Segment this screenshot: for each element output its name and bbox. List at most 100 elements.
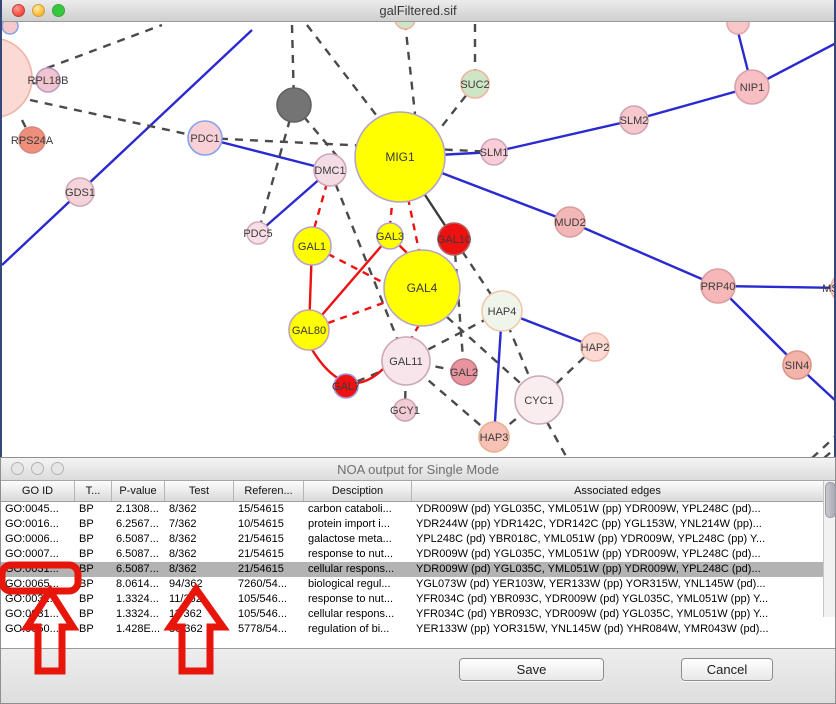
table-cell: 8/362 bbox=[165, 562, 234, 577]
network-edge[interactable] bbox=[328, 302, 386, 323]
table-row[interactable]: GO:0031...BP6.5087...8/36221/54615cellul… bbox=[1, 562, 835, 577]
network-window-titlebar[interactable]: galFiltered.sif bbox=[2, 0, 834, 22]
node-label-HAP2: HAP2 bbox=[581, 342, 610, 354]
partial-top-right-node[interactable] bbox=[727, 22, 749, 34]
network-edge[interactable] bbox=[328, 254, 386, 284]
network-edge[interactable] bbox=[405, 22, 415, 114]
table-cell: regulation of bi... bbox=[304, 622, 412, 637]
node-label-GAL1: GAL1 bbox=[298, 241, 326, 253]
table-cell: 6.5087... bbox=[112, 562, 165, 577]
network-edge[interactable] bbox=[494, 120, 634, 152]
table-cell: BP bbox=[75, 532, 112, 547]
column-header-t-[interactable]: T... bbox=[75, 481, 112, 501]
table-cell: carbon cataboli... bbox=[304, 502, 412, 517]
table-cell: BP bbox=[75, 517, 112, 532]
table-row[interactable]: GO:0016...BP6.2567...7/36210/54615protei… bbox=[1, 517, 835, 532]
network-edge[interactable] bbox=[411, 325, 419, 339]
table-row[interactable]: GO:0006...BP6.5087...8/36221/54615galact… bbox=[1, 532, 835, 547]
node-label-RPS24A: RPS24A bbox=[11, 135, 54, 147]
table-cell: 21/54615 bbox=[234, 547, 304, 562]
network-edge[interactable] bbox=[30, 100, 205, 138]
table-row[interactable]: GO:0050...BP1.428E...80/3625778/54...reg… bbox=[1, 622, 835, 637]
table-cell: GO:0016... bbox=[1, 517, 75, 532]
node-label-PDC5: PDC5 bbox=[243, 228, 272, 240]
save-button[interactable]: Save bbox=[459, 658, 604, 681]
table-cell: 7/362 bbox=[165, 517, 234, 532]
vertical-scrollbar[interactable] bbox=[823, 481, 835, 617]
noa-window-titlebar[interactable]: NOA output for Single Mode bbox=[1, 458, 835, 481]
table-cell: biological regul... bbox=[304, 577, 412, 592]
table-cell: YFR034C (pd) YBR093C, YDR009W (pd) YGL03… bbox=[412, 607, 824, 622]
table-cell: 6.5087... bbox=[112, 547, 165, 562]
table-cell: YGL073W (pd) YER103W, YER133W (pp) YOR31… bbox=[412, 577, 824, 592]
table-cell: 5778/54... bbox=[234, 622, 304, 637]
table-cell: 1.3324... bbox=[112, 592, 165, 607]
table-cell: BP bbox=[75, 592, 112, 607]
table-row[interactable]: GO:0065...BP8.0614...94/3627260/54...bio… bbox=[1, 577, 835, 592]
table-row[interactable]: GO:0031...BP1.3324...11/362105/546...cel… bbox=[1, 607, 835, 622]
table-cell: BP bbox=[75, 502, 112, 517]
table-cell: YFR034C (pd) YBR093C, YDR009W (pd) YGL03… bbox=[412, 592, 824, 607]
node-label-SLM1: SLM1 bbox=[480, 147, 509, 159]
table-cell: 8/362 bbox=[165, 547, 234, 562]
table-cell: 1.428E... bbox=[112, 622, 165, 637]
table-cell: YDR009W (pd) YGL035C, YML051W (pp) YDR00… bbox=[412, 562, 824, 577]
table-cell: 94/362 bbox=[165, 577, 234, 592]
table-cell: protein import i... bbox=[304, 517, 412, 532]
network-edge[interactable] bbox=[408, 198, 419, 251]
table-cell: YDR244W (pp) YDR142C, YDR142C (pp) YGL15… bbox=[412, 517, 824, 532]
node-label-GCY1: GCY1 bbox=[390, 405, 420, 417]
network-window: galFiltered.sif RPL18BRPS24AGDS1PDC1DMC1… bbox=[0, 0, 836, 457]
node-label-NIP1: NIP1 bbox=[740, 82, 764, 94]
network-canvas[interactable]: RPL18BRPS24AGDS1PDC1DMC1MIG1SUC2SLM1SLM2… bbox=[2, 22, 834, 457]
node-label-HAP4: HAP4 bbox=[488, 306, 517, 318]
table-cell: GO:0045... bbox=[1, 502, 75, 517]
partial-top-green-node[interactable] bbox=[395, 22, 415, 29]
table-header: GO IDT...P-valueTestReferen...Desciption… bbox=[1, 481, 835, 502]
network-edge[interactable] bbox=[547, 422, 567, 457]
network-edge[interactable] bbox=[824, 446, 834, 457]
column-header-go-id[interactable]: GO ID bbox=[1, 481, 75, 501]
table-row[interactable]: GO:0007...BP6.5087...8/36221/54615respon… bbox=[1, 547, 835, 562]
node-label-GAL10: GAL10 bbox=[437, 234, 471, 246]
table-row[interactable]: GO:0031...BP1.3324...11/362105/546...res… bbox=[1, 592, 835, 607]
table-cell: cellular respons... bbox=[304, 562, 412, 577]
network-edge[interactable] bbox=[314, 183, 327, 229]
node-label-GAL2: GAL2 bbox=[450, 367, 478, 379]
network-graph: RPL18BRPS24AGDS1PDC1DMC1MIG1SUC2SLM1SLM2… bbox=[2, 22, 834, 457]
node-label-GAL11: GAL11 bbox=[389, 356, 422, 368]
scrollbar-thumb[interactable] bbox=[825, 482, 836, 518]
table-cell: 7260/54... bbox=[234, 577, 304, 592]
node-label-SIN4: SIN4 bbox=[785, 360, 809, 372]
table-cell: 8.0614... bbox=[112, 577, 165, 592]
table-cell: YPL248C (pd) YBR018C, YML051W (pp) YDR00… bbox=[412, 532, 824, 547]
network-edge[interactable] bbox=[307, 25, 380, 120]
button-panel: Save Cancel bbox=[1, 648, 835, 703]
table-cell: 6.5087... bbox=[112, 532, 165, 547]
column-header-p-value[interactable]: P-value bbox=[112, 481, 165, 501]
table-row[interactable]: GO:0045...BP2.1308...8/36215/54615carbon… bbox=[1, 502, 835, 517]
column-header-referen-[interactable]: Referen... bbox=[234, 481, 304, 501]
column-header-associated-edges[interactable]: Associated edges bbox=[412, 481, 824, 501]
column-header-test[interactable]: Test bbox=[165, 481, 234, 501]
network-edge[interactable] bbox=[47, 25, 162, 68]
table-cell: BP bbox=[75, 562, 112, 577]
partial-top-left-node[interactable] bbox=[2, 22, 18, 34]
network-edge[interactable] bbox=[570, 222, 718, 286]
network-edge[interactable] bbox=[258, 105, 294, 233]
cancel-button[interactable]: Cancel bbox=[681, 658, 773, 681]
network-edge[interactable] bbox=[634, 87, 752, 120]
table-cell: 11/362 bbox=[165, 607, 234, 622]
node-label-MUD2: MUD2 bbox=[554, 217, 585, 229]
results-table: GO IDT...P-valueTestReferen...Desciption… bbox=[1, 481, 835, 649]
column-header-desciption[interactable]: Desciption bbox=[304, 481, 412, 501]
table-cell: 6.2567... bbox=[112, 517, 165, 532]
gray-node[interactable] bbox=[277, 88, 311, 122]
node-label-HAP3: HAP3 bbox=[480, 432, 509, 444]
node-label-GAL7: GAL7 bbox=[332, 381, 360, 393]
table-cell: YDR009W (pd) YGL035C, YML051W (pp) YDR00… bbox=[412, 547, 824, 562]
node-label-MSI: MSI bbox=[822, 283, 834, 295]
table-cell: response to nut... bbox=[304, 592, 412, 607]
table-cell: GO:0031... bbox=[1, 562, 75, 577]
table-cell: 105/546... bbox=[234, 607, 304, 622]
